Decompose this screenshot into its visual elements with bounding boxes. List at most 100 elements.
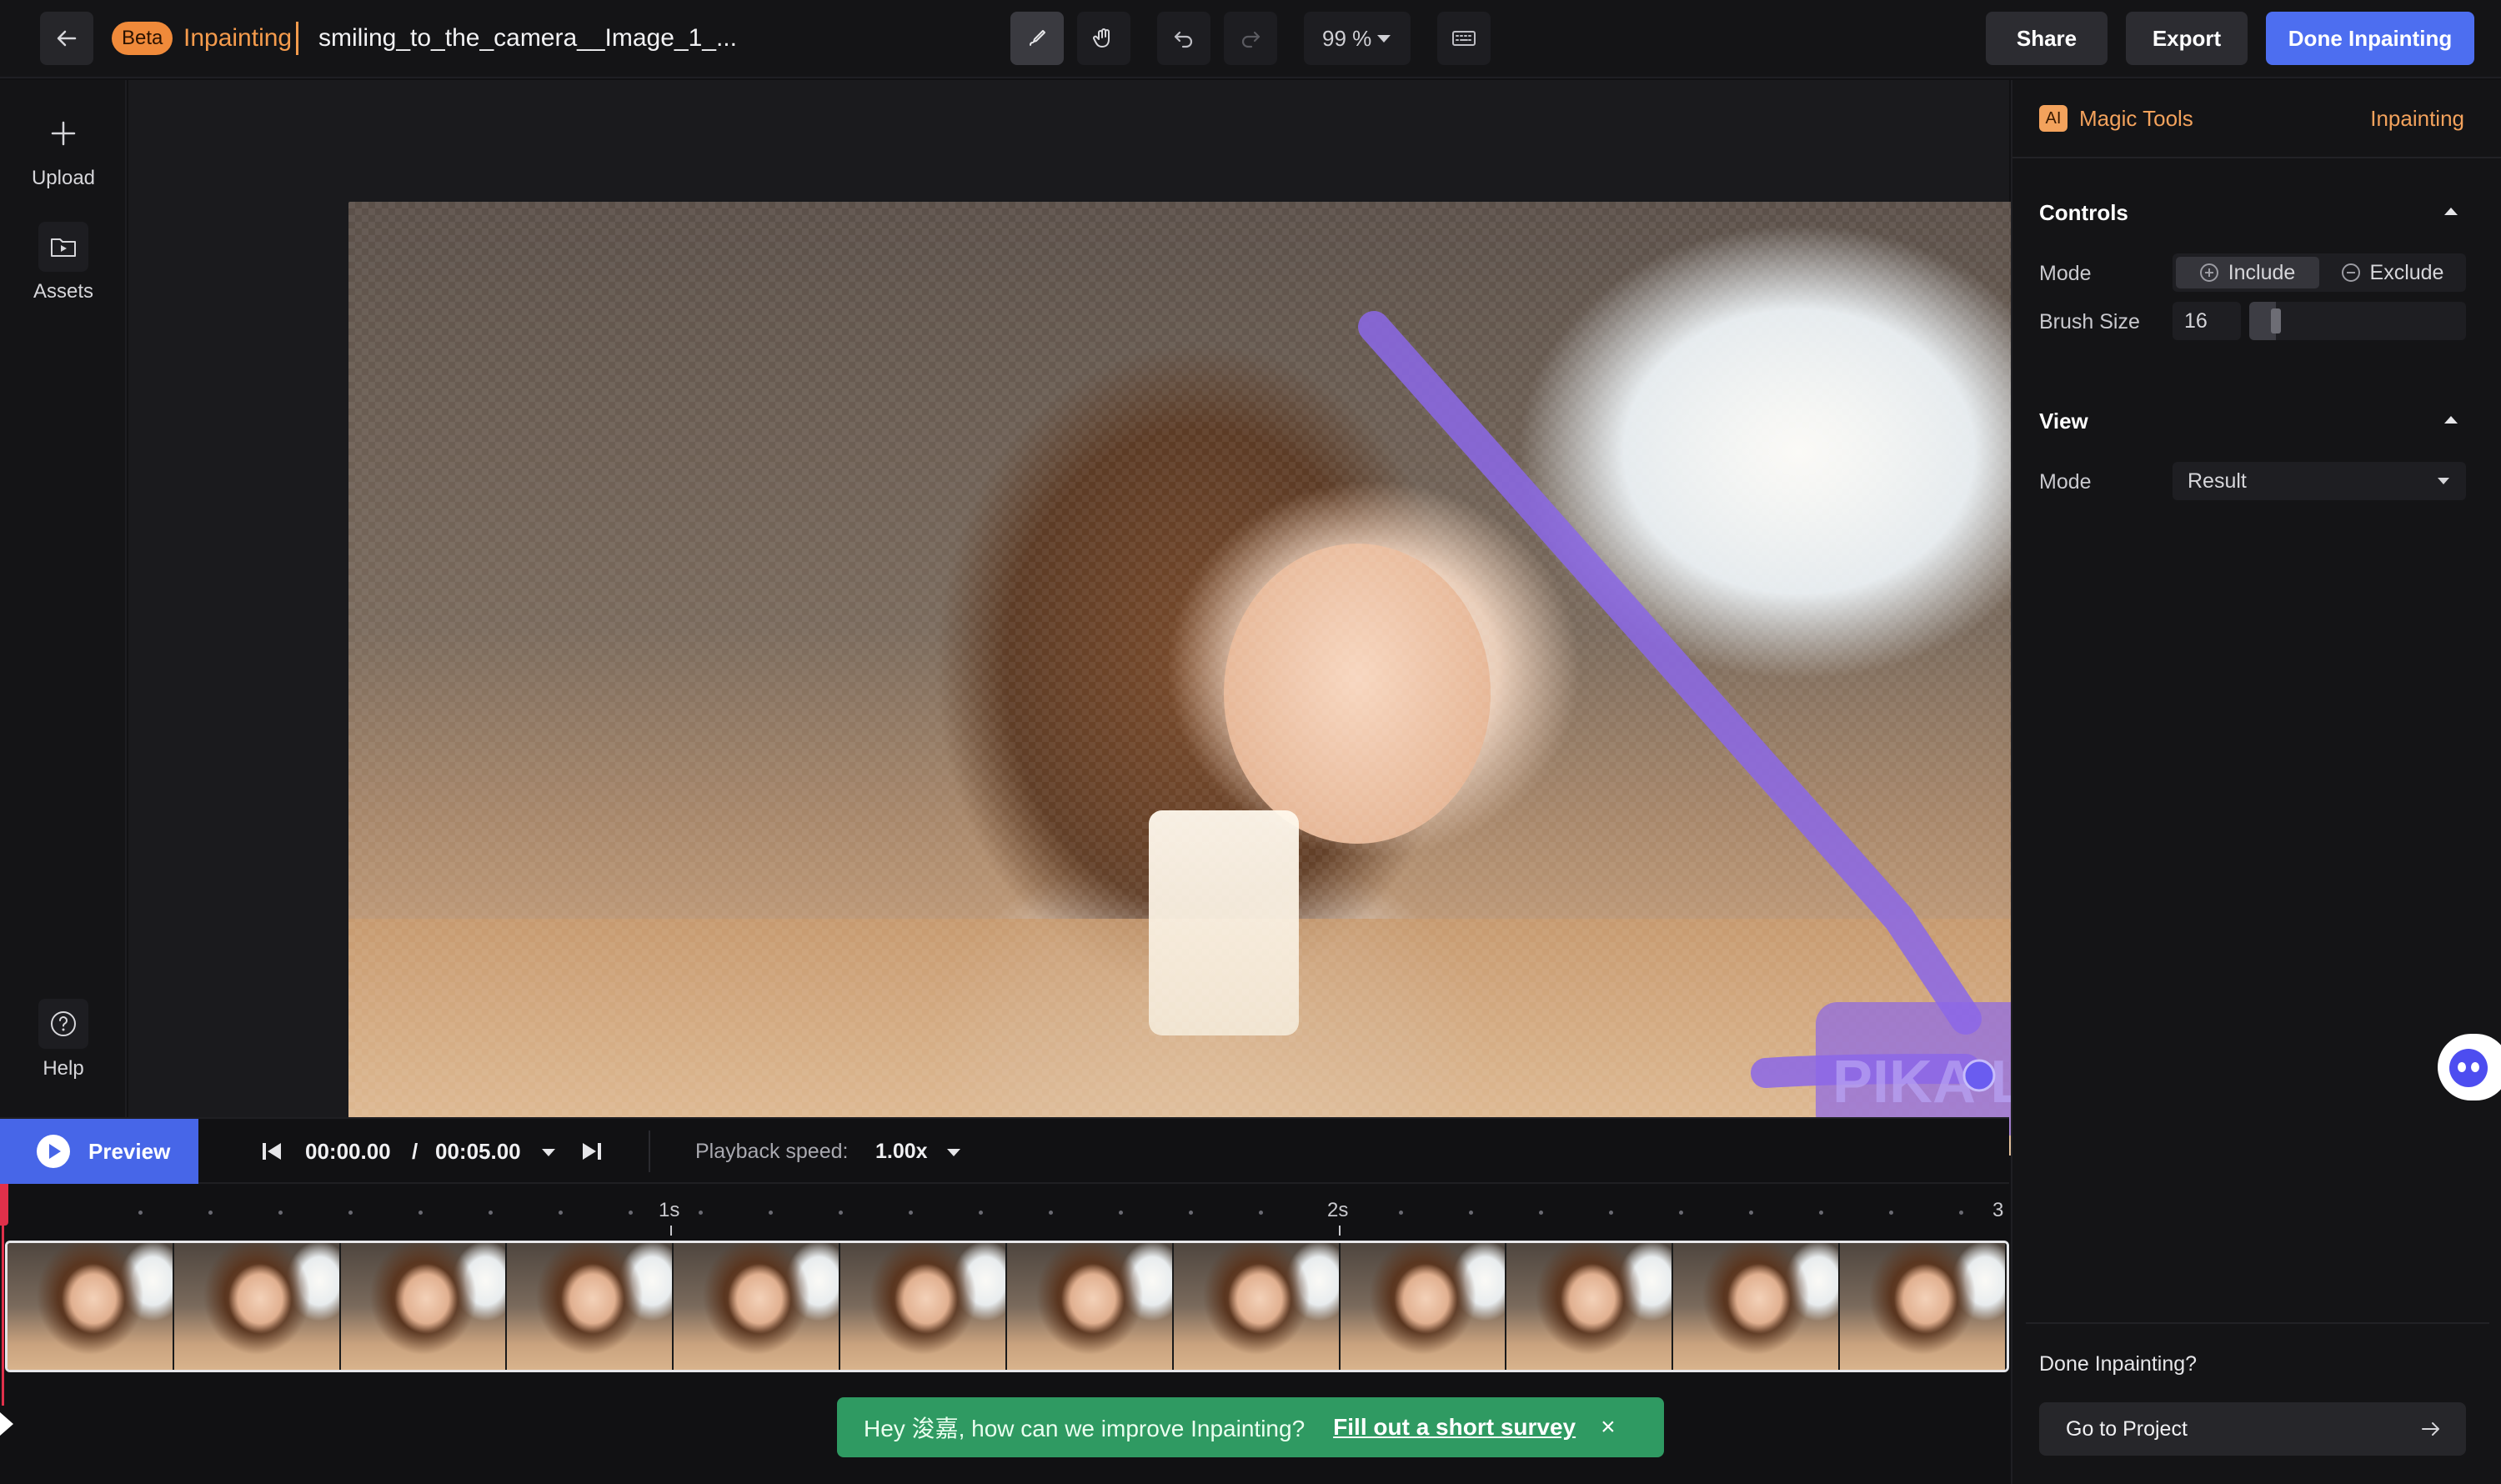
skip-to-start-icon[interactable]	[260, 1141, 283, 1162]
chevron-down-icon[interactable]	[542, 1149, 555, 1156]
plus-icon	[38, 108, 88, 158]
ruler-minor-tick	[1539, 1211, 1543, 1215]
close-icon[interactable]: ×	[1601, 1413, 1616, 1441]
sidebar-item-upload[interactable]: Upload	[0, 108, 127, 190]
ruler-minor-tick	[1609, 1211, 1613, 1215]
source-image[interactable]: PIKA LABS	[348, 202, 2046, 1156]
undo-button[interactable]	[1157, 12, 1210, 65]
brush-tool-button[interactable]	[1010, 12, 1064, 65]
survey-link[interactable]: Fill out a short survey	[1333, 1414, 1576, 1441]
ruler-minor-tick	[419, 1211, 423, 1215]
video-frame-thumbnail	[1340, 1243, 1507, 1370]
ruler-minor-tick	[1049, 1211, 1053, 1215]
assistant-chat-widget[interactable]	[2438, 1034, 2501, 1100]
controls-divider	[649, 1131, 650, 1172]
chevron-up-icon[interactable]	[2444, 208, 2458, 215]
total-duration: 00:05.00	[435, 1139, 521, 1164]
go-to-project-button[interactable]: Go to Project	[2039, 1402, 2466, 1456]
chevron-down-icon	[1377, 35, 1391, 43]
ruler-minor-tick	[1889, 1211, 1893, 1215]
hand-tool-button[interactable]	[1077, 12, 1130, 65]
slider-thumb[interactable]	[2271, 308, 2281, 333]
ruler-minor-tick	[1749, 1211, 1753, 1215]
ruler-minor-tick	[138, 1211, 143, 1215]
sidebar-item-help[interactable]: Help	[0, 999, 127, 1080]
ruler-minor-tick	[208, 1211, 213, 1215]
arrow-left-icon	[57, 30, 77, 47]
exclude-option[interactable]: Exclude	[2323, 257, 2463, 288]
view-section-title[interactable]: View	[2039, 409, 2088, 434]
sidebar-item-label: Help	[43, 1057, 84, 1080]
playhead-line	[2, 1226, 4, 1406]
playback-speed-value[interactable]: 1.00x	[875, 1136, 928, 1167]
playhead-handle[interactable]	[0, 1184, 8, 1226]
ruler-minor-tick	[1189, 1211, 1193, 1215]
brush-cursor	[1962, 1059, 1996, 1092]
view-mode-value: Result	[2188, 469, 2247, 493]
brush-size-slider[interactable]	[2249, 302, 2466, 340]
ruler-label: 3	[1992, 1199, 2004, 1221]
ruler-minor-tick	[1679, 1211, 1683, 1215]
export-button[interactable]: Export	[2126, 12, 2248, 65]
chevron-down-icon[interactable]	[947, 1149, 960, 1156]
share-button[interactable]: Share	[1986, 12, 2108, 65]
top-toolbar: Beta Inpainting smiling_to_the_camera__I…	[0, 0, 2501, 78]
brush-size-input[interactable]: 16	[2173, 302, 2241, 340]
ruler-minor-tick	[629, 1211, 633, 1215]
include-option[interactable]: Include	[2176, 257, 2319, 288]
ruler-label: 1s	[659, 1199, 680, 1221]
ruler-minor-tick	[1399, 1211, 1403, 1215]
survey-message: Hey 浚嘉, how can we improve Inpainting?	[864, 1416, 1306, 1441]
ruler-minor-tick	[1819, 1211, 1823, 1215]
ruler-minor-tick	[1259, 1211, 1263, 1215]
ruler-minor-tick	[1119, 1211, 1123, 1215]
done-inpainting-button[interactable]: Done Inpainting	[2266, 12, 2474, 65]
time-separator: /	[412, 1139, 419, 1164]
controls-section-title[interactable]: Controls	[2039, 200, 2128, 226]
sidebar-item-assets[interactable]: Assets	[0, 222, 127, 303]
sidebar-item-label: Upload	[31, 167, 96, 189]
exclude-label: Exclude	[2369, 260, 2444, 284]
redo-icon	[1241, 31, 1261, 48]
ruler-minor-tick	[559, 1211, 563, 1215]
chevron-down-icon	[2438, 478, 2449, 484]
zoom-value: 99 %	[1322, 25, 1372, 51]
keyboard-shortcuts-button[interactable]	[1437, 12, 1491, 65]
beta-badge: Beta	[112, 22, 173, 55]
done-question: Done Inpainting?	[2039, 1352, 2198, 1376]
timeline-ruler[interactable]: 1s 2s 3	[0, 1186, 2009, 1241]
right-panel: AI Magic Tools Inpainting Controls Mode …	[2011, 80, 2501, 1484]
minus-circle-icon	[2341, 263, 2360, 282]
plus-circle-icon	[2199, 263, 2218, 282]
assistant-face-icon	[2449, 1049, 2488, 1087]
video-frame-thumbnail	[1673, 1243, 1841, 1370]
playback-speed-label: Playback speed:	[695, 1140, 849, 1163]
mode-segmented-control: Include Exclude	[2173, 253, 2466, 292]
preview-button[interactable]: Preview	[0, 1119, 198, 1184]
sidebar-item-label: Assets	[33, 280, 94, 303]
magic-tools-link[interactable]: Magic Tools	[2079, 105, 2193, 132]
include-label: Include	[2228, 260, 2296, 284]
zoom-select[interactable]: 99 %	[1304, 12, 1411, 65]
file-title[interactable]: smiling_to_the_camera__Image_1_...	[318, 22, 737, 55]
keyboard-icon	[1452, 31, 1476, 46]
arrow-right-icon	[2422, 1422, 2439, 1436]
mode-label: Mode	[2039, 262, 2092, 285]
back-button[interactable]	[40, 12, 93, 65]
timeline-marker-icon	[0, 1412, 13, 1436]
ruler-minor-tick	[909, 1211, 913, 1215]
editor-canvas[interactable]: PIKA LABS	[128, 80, 2046, 1156]
chevron-up-icon[interactable]	[2444, 416, 2458, 424]
video-frame-thumbnail	[1506, 1243, 1674, 1370]
video-frame-thumbnail	[1173, 1243, 1341, 1370]
view-mode-label: Mode	[2039, 470, 2092, 494]
video-frame-thumbnail	[340, 1243, 508, 1370]
skip-to-end-icon[interactable]	[580, 1141, 604, 1162]
brush-size-label: Brush Size	[2039, 310, 2140, 333]
redo-button[interactable]	[1224, 12, 1277, 65]
view-mode-select[interactable]: Result	[2173, 462, 2466, 500]
ruler-minor-tick	[278, 1211, 283, 1215]
panel-header: AI Magic Tools Inpainting	[2012, 80, 2501, 158]
video-frame-strip[interactable]	[5, 1241, 2009, 1372]
survey-toast: Hey 浚嘉, how can we improve Inpainting? F…	[837, 1397, 1664, 1457]
